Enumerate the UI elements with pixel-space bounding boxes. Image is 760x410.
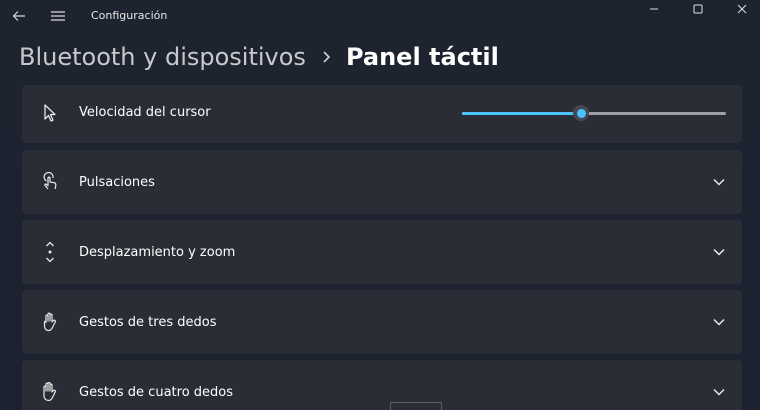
chevron-down-icon[interactable]: [712, 315, 726, 329]
setting-label-taps: Pulsaciones: [79, 175, 155, 190]
three-finger-icon: [39, 311, 61, 333]
chevron-down-icon[interactable]: [712, 245, 726, 259]
chevron-down-icon[interactable]: [712, 175, 726, 189]
breadcrumb: Bluetooth y dispositivos Panel táctil: [19, 37, 499, 77]
minimize-button[interactable]: [632, 0, 676, 18]
tap-icon: [39, 171, 61, 193]
setting-label-cursor-speed: Velocidad del cursor: [79, 105, 211, 120]
setting-card-scroll-zoom[interactable]: Desplazamiento y zoom: [22, 220, 742, 284]
hamburger-menu-icon: [51, 11, 65, 21]
title-bar: Configuración: [0, 0, 760, 32]
close-button[interactable]: [720, 0, 760, 18]
breadcrumb-parent-link[interactable]: Bluetooth y dispositivos: [19, 43, 306, 71]
maximize-button[interactable]: [676, 0, 720, 18]
back-button[interactable]: [9, 6, 29, 26]
four-finger-icon: [39, 381, 61, 403]
page-title: Panel táctil: [345, 43, 499, 71]
close-icon: [737, 4, 747, 14]
chevron-down-icon[interactable]: [712, 385, 726, 399]
setting-label-three-finger-gestures: Gestos de tres dedos: [79, 315, 217, 330]
slider-thumb[interactable]: [573, 105, 589, 121]
setting-card-taps[interactable]: Pulsaciones: [22, 150, 742, 214]
slider-fill: [462, 112, 581, 115]
setting-card-four-finger-gestures[interactable]: Gestos de cuatro dedos: [22, 360, 742, 410]
scroll-zoom-icon: [39, 241, 61, 263]
screen-overlay-frame: [390, 402, 442, 410]
setting-label-scroll-zoom: Desplazamiento y zoom: [79, 245, 236, 260]
maximize-icon: [693, 4, 703, 14]
setting-label-four-finger-gestures: Gestos de cuatro dedos: [79, 385, 234, 400]
cursor-icon: [39, 102, 61, 124]
minimize-icon: [650, 8, 658, 10]
navigation-menu-button[interactable]: [48, 6, 68, 26]
settings-window: Configuración Bluetooth y dispositivos P…: [0, 0, 760, 410]
app-title: Configuración: [91, 9, 168, 22]
breadcrumb-separator-icon: [322, 50, 332, 64]
cursor-speed-slider[interactable]: [462, 103, 728, 123]
setting-card-three-finger-gestures[interactable]: Gestos de tres dedos: [22, 290, 742, 354]
back-arrow-icon: [12, 11, 25, 21]
setting-card-cursor-speed: Velocidad del cursor: [22, 85, 742, 143]
